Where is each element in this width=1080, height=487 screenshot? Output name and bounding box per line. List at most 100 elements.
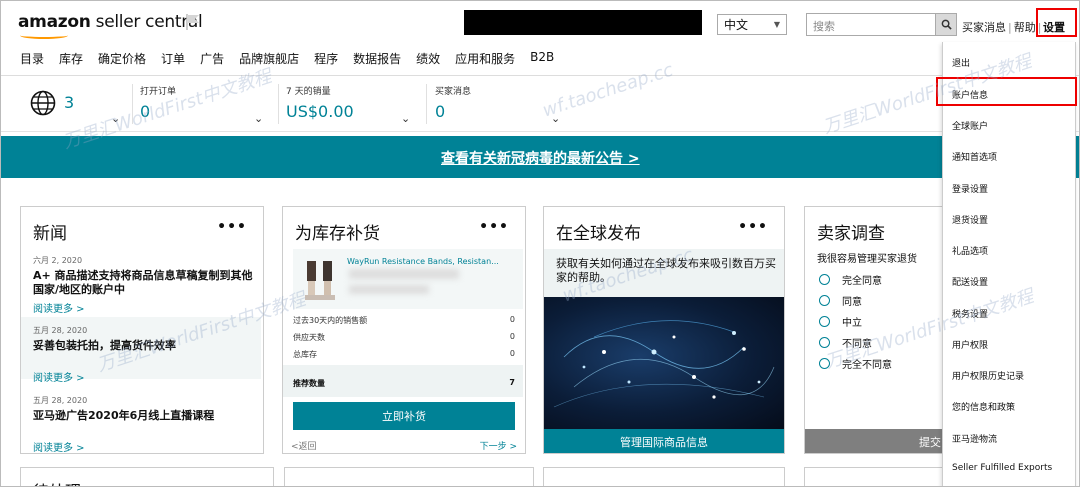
menu-item-shipping-settings[interactable]: 配送设置	[952, 275, 988, 288]
nav-catalog[interactable]: 目录	[20, 50, 44, 68]
flag-icon[interactable]	[185, 13, 201, 31]
back-link[interactable]: <返回	[291, 439, 317, 452]
next-link[interactable]: 下一步 >	[480, 439, 517, 452]
news-date: 五月 28, 2020	[33, 396, 88, 405]
menu-item-notification-preferences[interactable]: 通知首选项	[952, 150, 997, 163]
news-date: 六月 2, 2020	[33, 256, 83, 265]
radio-icon[interactable]	[819, 274, 830, 285]
survey-option[interactable]: 不同意	[819, 335, 872, 350]
survey-option[interactable]: 同意	[819, 293, 862, 308]
sales-value[interactable]: US$0.00	[286, 102, 354, 121]
bottom-card	[284, 467, 534, 487]
restock-card: 为库存补货 ••• WayRun Resistance Bands, Resis…	[282, 206, 526, 454]
survey-submit-button[interactable]: 提交	[805, 429, 943, 453]
nav-reports[interactable]: 数据报告	[353, 50, 401, 68]
nav-inventory[interactable]: 库存	[59, 50, 83, 68]
global-publish-card: 在全球发布 ••• 获取有关如何通过在全球发布来吸引数百万买家的帮助。 管理国际…	[543, 206, 785, 454]
pending-card: 待处理	[20, 467, 274, 487]
news-title: 新闻	[33, 224, 67, 244]
more-icon[interactable]: •••	[738, 219, 768, 235]
menu-item-fba[interactable]: 亚马逊物流	[952, 432, 997, 445]
blurred-product-info	[349, 269, 459, 279]
menu-item-login-settings[interactable]: 登录设置	[952, 182, 988, 195]
chevron-down-icon[interactable]: ⌄	[551, 112, 560, 125]
buyer-messages-link[interactable]: 买家消息	[962, 21, 1006, 34]
menu-item-user-permissions[interactable]: 用户权限	[952, 338, 988, 351]
blurred-product-info	[349, 285, 429, 294]
recommended-quantity: 推荐数量 7	[293, 378, 515, 388]
globe-icon[interactable]	[30, 90, 56, 116]
global-publish-description: 获取有关如何通过在全球发布来吸引数百万买家的帮助。	[556, 257, 776, 284]
survey-option[interactable]: 完全不同意	[819, 356, 892, 371]
product-name-link[interactable]: WayRun Resistance Bands, Resistan...	[347, 257, 499, 266]
search-input[interactable]: 搜索	[806, 13, 936, 36]
header-links: 买家消息 | 帮助 |	[962, 21, 1042, 34]
menu-item-logout[interactable]: 退出	[952, 56, 970, 69]
account-info-highlight-box	[936, 77, 1077, 106]
menu-item-permission-history[interactable]: 用户权限历史记录	[952, 369, 1024, 382]
news-card: 新闻 ••• 六月 2, 2020 A+ 商品描述支持将商品信息草稿复制到其他国…	[20, 206, 264, 454]
menu-item-return-settings[interactable]: 退货设置	[952, 213, 988, 226]
survey-question: 我很容易管理买家退货	[817, 254, 917, 265]
nav-b2b[interactable]: B2B	[530, 50, 554, 68]
search-icon	[941, 19, 952, 30]
menu-item-global-accounts[interactable]: 全球账户	[952, 119, 988, 132]
global-publish-title: 在全球发布	[556, 224, 641, 244]
more-icon[interactable]: •••	[479, 219, 509, 235]
marketplace-count[interactable]: 3	[64, 93, 74, 112]
survey-option[interactable]: 完全同意	[819, 272, 882, 287]
chevron-down-icon[interactable]: ⌄	[111, 112, 120, 125]
search-button[interactable]	[935, 13, 957, 36]
redacted-account-name	[464, 10, 702, 35]
metrics-bar: 3 ⌄ 打开订单 0 ⌄ 7 天的销量 US$0.00 ⌄ 买家消息 0 ⌄	[0, 76, 1080, 132]
inventory-row: 过去30天内的销售额 0	[293, 315, 515, 325]
seller-survey-card: 卖家调查 我很容易管理买家退货 完全同意 同意 中立 不同意 完全不同意 提交	[804, 206, 944, 454]
sales-label: 7 天的销量	[286, 87, 331, 97]
menu-item-gift-options[interactable]: 礼品选项	[952, 244, 988, 257]
nav-apps-services[interactable]: 应用和服务	[455, 50, 515, 68]
world-network-image	[544, 297, 784, 429]
chevron-down-icon[interactable]: ⌄	[401, 112, 410, 125]
inventory-row: 供应天数 0	[293, 332, 515, 342]
news-headline[interactable]: 妥善包装托拍，提高货件效率	[33, 339, 258, 353]
amazon-smile-icon	[20, 32, 68, 39]
read-more-link[interactable]: 阅读更多 >	[33, 369, 85, 384]
menu-item-tax-settings[interactable]: 税务设置	[952, 307, 988, 320]
menu-item-seller-fulfilled-exports[interactable]: Seller Fulfilled Exports	[952, 463, 1052, 473]
news-headline[interactable]: 亚马逊广告2020年6月线上直播课程	[33, 409, 258, 423]
chevron-down-icon[interactable]: ⌄	[254, 112, 263, 125]
open-orders-value[interactable]: 0	[140, 102, 150, 121]
help-link[interactable]: 帮助	[1014, 21, 1036, 34]
product-image[interactable]	[301, 257, 341, 303]
survey-option[interactable]: 中立	[819, 314, 862, 329]
language-select[interactable]: 中文 ▼	[717, 14, 787, 35]
nav-programs[interactable]: 程序	[314, 50, 338, 68]
nav-performance[interactable]: 绩效	[416, 50, 440, 68]
radio-icon[interactable]	[819, 358, 830, 369]
nav-pricing[interactable]: 确定价格	[98, 50, 146, 68]
manage-international-listings-button[interactable]: 管理国际商品信息	[544, 429, 784, 453]
read-more-link[interactable]: 阅读更多 >	[33, 439, 85, 453]
restock-title: 为库存补货	[295, 224, 380, 244]
bottom-card	[804, 467, 944, 487]
buyer-messages-value[interactable]: 0	[435, 102, 445, 121]
read-more-link[interactable]: 阅读更多 >	[33, 300, 85, 315]
radio-icon[interactable]	[819, 316, 830, 327]
nav-advertising[interactable]: 广告	[200, 50, 224, 68]
bottom-card	[543, 467, 785, 487]
top-header: amazon seller central 中文 ▼ 搜索 买家消息 | 帮助 | 设置	[0, 0, 1080, 44]
menu-item-info-policies[interactable]: 您的信息和政策	[952, 400, 1015, 413]
radio-icon[interactable]	[819, 295, 830, 306]
nav-stores[interactable]: 品牌旗舰店	[239, 50, 299, 68]
chevron-down-icon: ▼	[773, 20, 780, 29]
news-headline[interactable]: A+ 商品描述支持将商品信息草稿复制到其他国家/地区的账户中	[33, 269, 258, 297]
amazon-seller-central-logo[interactable]: amazon seller central	[18, 12, 203, 32]
news-date: 五月 28, 2020	[33, 326, 88, 335]
pending-card-title: 待处理	[33, 478, 81, 487]
restock-now-button[interactable]: 立即补货	[293, 402, 515, 430]
radio-icon[interactable]	[819, 337, 830, 348]
open-orders-label: 打开订单	[140, 87, 177, 97]
covid-announcement-link[interactable]: 查看有关新冠病毒的最新公告 >	[441, 148, 640, 168]
more-icon[interactable]: •••	[217, 219, 247, 235]
nav-orders[interactable]: 订单	[161, 50, 185, 68]
